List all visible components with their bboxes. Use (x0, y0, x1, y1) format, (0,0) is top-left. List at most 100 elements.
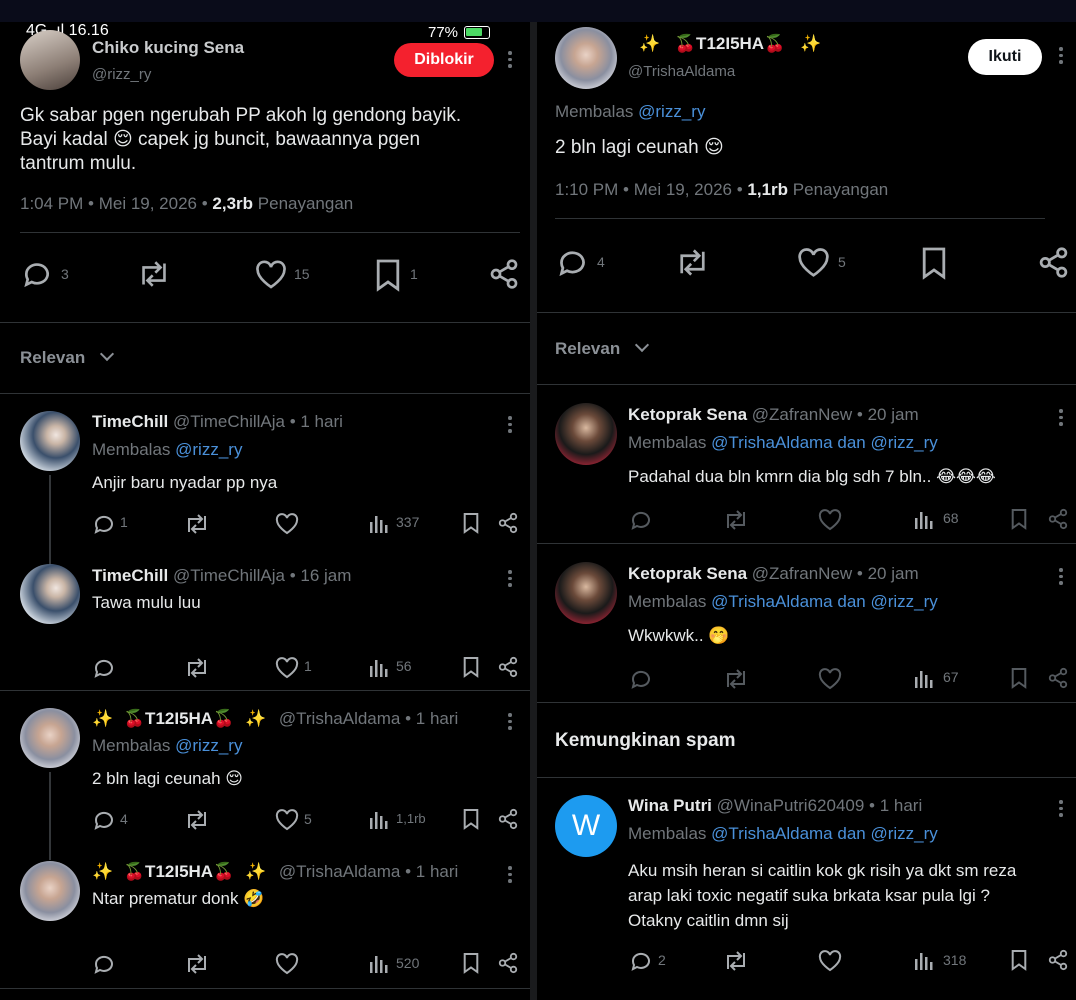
retweet-icon[interactable] (723, 508, 749, 532)
retweet-icon[interactable] (184, 512, 210, 536)
like-icon[interactable] (275, 657, 299, 679)
reply-author-name[interactable]: ✨ 🍒T12I5HA🍒 ✨ (92, 709, 266, 728)
reply-icon[interactable] (92, 656, 116, 680)
reply-icon[interactable] (629, 667, 653, 691)
author-name[interactable]: ✨ 🍒T12I5HA🍒 ✨ (639, 34, 821, 54)
views-icon[interactable] (369, 656, 389, 678)
bookmark-icon[interactable] (462, 808, 480, 830)
bookmark-icon[interactable] (462, 656, 480, 678)
more-options-icon[interactable] (508, 51, 512, 71)
avatar[interactable] (20, 411, 80, 471)
retweet-icon[interactable] (675, 246, 710, 279)
reply-author-name[interactable]: Ketoprak Sena (628, 405, 747, 424)
avatar[interactable]: W (555, 795, 617, 857)
bookmark-icon[interactable] (462, 512, 480, 534)
replying-to: Membalas @TrishaAldama dan @rizz_ry (628, 433, 938, 453)
replying-to-link[interactable]: @TrishaAldama dan @rizz_ry (711, 433, 938, 452)
avatar[interactable] (555, 27, 617, 89)
avatar[interactable] (20, 861, 80, 921)
reply-icon[interactable] (629, 508, 653, 532)
reply-icon[interactable] (21, 258, 53, 290)
views-icon[interactable] (369, 808, 389, 830)
chevron-down-icon (634, 337, 650, 353)
bookmark-icon[interactable] (920, 246, 948, 280)
views-icon[interactable] (914, 949, 934, 971)
reply-author-name[interactable]: ✨ 🍒T12I5HA🍒 ✨ (92, 862, 266, 881)
share-icon[interactable] (497, 512, 519, 534)
like-icon[interactable] (275, 953, 299, 975)
share-icon[interactable] (497, 656, 519, 678)
share-icon[interactable] (1047, 667, 1069, 689)
share-icon[interactable] (1037, 246, 1070, 279)
replying-to-link[interactable]: @rizz_ry (175, 440, 242, 459)
reply-author-name[interactable]: TimeChill (92, 412, 168, 431)
retweet-icon[interactable] (184, 952, 210, 976)
retweet-icon[interactable] (723, 667, 749, 691)
bookmark-icon[interactable] (1010, 667, 1028, 689)
reply-icon[interactable] (92, 808, 116, 832)
reply-icon[interactable] (92, 512, 116, 536)
sort-dropdown[interactable]: Relevan (20, 346, 115, 368)
share-icon[interactable] (1047, 508, 1069, 530)
like-icon[interactable] (818, 509, 842, 531)
like-icon[interactable] (818, 668, 842, 690)
like-icon[interactable] (275, 809, 299, 831)
replying-to-link[interactable]: @rizz_ry (638, 102, 705, 121)
like-icon[interactable] (255, 260, 287, 290)
more-options-icon[interactable] (1059, 47, 1063, 67)
more-options-icon[interactable] (508, 416, 512, 436)
avatar[interactable] (20, 30, 80, 90)
avatar[interactable] (20, 564, 80, 624)
reply-icon[interactable] (629, 949, 653, 973)
more-options-icon[interactable] (508, 866, 512, 886)
more-options-icon[interactable] (1059, 800, 1063, 820)
reply-author-name[interactable]: Ketoprak Sena (628, 564, 747, 583)
avatar[interactable] (20, 708, 80, 768)
replying-to-link[interactable]: @TrishaAldama dan @rizz_ry (711, 592, 938, 611)
more-options-icon[interactable] (508, 570, 512, 590)
bookmark-icon[interactable] (374, 258, 402, 292)
avatar[interactable] (555, 562, 617, 624)
reply-icon[interactable] (556, 246, 589, 279)
follow-button[interactable]: Ikuti (968, 39, 1042, 75)
author-handle[interactable]: @rizz_ry (92, 66, 151, 83)
replying-to: Membalas @TrishaAldama dan @rizz_ry (628, 592, 938, 612)
replying-to-link[interactable]: @rizz_ry (175, 736, 242, 755)
retweet-icon[interactable] (723, 949, 749, 973)
bookmark-icon[interactable] (1010, 508, 1028, 530)
reply-header: TimeChill @TimeChillAja • 16 jam (92, 566, 351, 586)
blocked-button[interactable]: Diblokir (394, 43, 494, 77)
more-options-icon[interactable] (1059, 568, 1063, 588)
sort-dropdown[interactable]: Relevan (555, 337, 650, 359)
avatar[interactable] (555, 403, 617, 465)
reply-text: Aku msih heran si caitlin kok gk risih y… (628, 858, 1016, 933)
reply-author-name[interactable]: TimeChill (92, 566, 168, 585)
share-icon[interactable] (488, 258, 520, 290)
share-icon[interactable] (497, 952, 519, 974)
retweet-icon[interactable] (137, 258, 171, 290)
more-options-icon[interactable] (508, 713, 512, 733)
views-icon[interactable] (914, 667, 934, 689)
share-icon[interactable] (1047, 949, 1069, 971)
tweet-time: 1:04 PM • Mei 19, 2026 • (20, 194, 213, 213)
bookmark-icon[interactable] (1010, 949, 1028, 971)
like-icon[interactable] (275, 513, 299, 535)
divider (537, 384, 1076, 385)
retweet-icon[interactable] (184, 808, 210, 832)
replying-to-prefix: Membalas (628, 433, 712, 452)
like-icon[interactable] (797, 248, 830, 278)
author-name[interactable]: Chiko kucing Sena (92, 38, 244, 58)
reply-icon[interactable] (92, 952, 116, 976)
author-handle[interactable]: @TrishaAldama (628, 63, 735, 80)
retweet-icon[interactable] (184, 656, 210, 680)
like-icon[interactable] (818, 950, 842, 972)
share-icon[interactable] (497, 808, 519, 830)
views-icon[interactable] (369, 952, 389, 974)
views-icon[interactable] (914, 508, 934, 530)
views-icon[interactable] (369, 512, 389, 534)
reply-author-name[interactable]: Wina Putri (628, 796, 712, 815)
replying-to-link[interactable]: @TrishaAldama dan @rizz_ry (711, 824, 938, 843)
more-options-icon[interactable] (1059, 409, 1063, 429)
bookmark-icon[interactable] (462, 952, 480, 974)
reply-count: 4 (120, 811, 128, 827)
